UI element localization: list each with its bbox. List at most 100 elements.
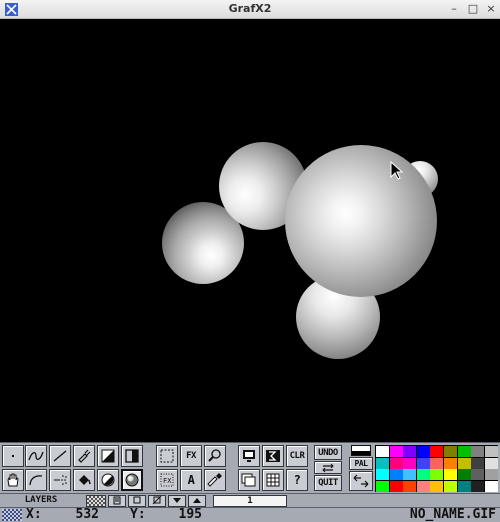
grid-settings-icon[interactable]: [262, 469, 284, 491]
filename-label: NO_NAME.GIF: [409, 507, 496, 522]
text-tool-button[interactable]: A: [180, 469, 202, 491]
palette-color-swatch[interactable]: [389, 457, 403, 469]
palette-color-swatch[interactable]: [376, 446, 389, 457]
palette-color-swatch[interactable]: [457, 469, 471, 481]
palette-color-swatch[interactable]: [376, 457, 389, 469]
add-layer-icon[interactable]: [128, 495, 146, 507]
palette-color-swatch[interactable]: [403, 457, 417, 469]
current-layer-button[interactable]: 1: [213, 495, 287, 507]
palette-color-swatch[interactable]: [376, 480, 389, 492]
delete-layer-icon[interactable]: [148, 495, 166, 507]
y-coordinate-value: 195: [178, 507, 202, 522]
hand-grab-tool-icon[interactable]: [2, 469, 24, 491]
palette-color-swatch[interactable]: [403, 480, 417, 492]
layer-transparency-icon[interactable]: [86, 495, 106, 507]
line-tool-icon[interactable]: [49, 445, 71, 467]
brush-grab-tool-icon[interactable]: [156, 445, 178, 467]
effects-button[interactable]: FX: [180, 445, 202, 467]
maximize-button[interactable]: □: [466, 2, 480, 16]
svg-text:FX: FX: [163, 477, 172, 485]
help-button[interactable]: ?: [286, 469, 308, 491]
filled-circle-tool-icon[interactable]: [97, 469, 119, 491]
palette-color-swatch[interactable]: [389, 446, 403, 457]
palette-color-swatch[interactable]: [484, 446, 498, 457]
palette-label: PAL: [354, 459, 368, 468]
magnifier-tool-icon[interactable]: [204, 445, 226, 467]
rectangle-tool-icon[interactable]: [121, 445, 143, 467]
palette-color-swatch[interactable]: [457, 457, 471, 469]
window-title: GrafX2: [228, 2, 272, 15]
filled-rectangle-tool-icon[interactable]: [97, 445, 119, 467]
y-coordinate-label: Y:: [130, 507, 146, 522]
color-picker-tool-icon[interactable]: [204, 469, 226, 491]
palette-color-swatch[interactable]: [389, 469, 403, 481]
color-palette[interactable]: [375, 445, 498, 492]
background-color-swatch: [352, 451, 370, 455]
airbrush-tool-icon[interactable]: [49, 469, 71, 491]
clear-button[interactable]: CLR: [286, 445, 308, 467]
status-pattern-icon: [2, 509, 22, 521]
fore-back-color-swatch[interactable]: [351, 445, 371, 456]
layer-down-icon[interactable]: [168, 495, 186, 507]
palette-color-swatch[interactable]: [376, 469, 389, 481]
palette-color-swatch[interactable]: [457, 446, 471, 457]
clear-label: CLR: [289, 451, 305, 461]
palette-color-swatch[interactable]: [444, 446, 457, 457]
palette-color-swatch[interactable]: [484, 469, 498, 481]
fill-bucket-tool-icon[interactable]: [73, 469, 95, 491]
toolbar: FX FX A CLR ? UNDO QUIT PAL: [0, 442, 500, 493]
drawing-canvas[interactable]: [0, 19, 500, 442]
freehand-curve-tool-icon[interactable]: [25, 445, 47, 467]
palette-color-swatch[interactable]: [430, 446, 444, 457]
help-label: ?: [293, 473, 301, 487]
palette-color-swatch[interactable]: [416, 446, 430, 457]
layer-bar: LAYERS 1: [0, 493, 500, 507]
palette-color-swatch[interactable]: [416, 480, 430, 492]
undo-label: UNDO: [318, 447, 338, 458]
canvas-artwork: [162, 142, 438, 359]
screen-settings-icon[interactable]: [238, 445, 260, 467]
palette-color-swatch[interactable]: [484, 480, 498, 492]
gradient-sphere-tool-icon[interactable]: [121, 469, 143, 491]
layer-up-icon[interactable]: [188, 495, 206, 507]
spray-tool-icon[interactable]: [73, 445, 95, 467]
palette-color-swatch[interactable]: [444, 480, 457, 492]
brush-effects-icon[interactable]: [262, 445, 284, 467]
spare-page-icon[interactable]: [238, 469, 260, 491]
palette-color-swatch[interactable]: [471, 446, 485, 457]
palette-color-swatch[interactable]: [471, 480, 485, 492]
layers-label: LAYERS: [2, 495, 80, 507]
palette-color-swatch[interactable]: [416, 457, 430, 469]
palette-color-swatch[interactable]: [471, 469, 485, 481]
palette-color-swatch[interactable]: [444, 457, 457, 469]
quit-label: QUIT: [318, 478, 338, 488]
undo-button[interactable]: UNDO: [314, 445, 342, 460]
palette-color-swatch[interactable]: [457, 480, 471, 492]
palette-color-swatch[interactable]: [430, 469, 444, 481]
text-tool-label: A: [187, 473, 195, 487]
dot-brush-tool-icon[interactable]: [2, 445, 24, 467]
redo-swap-icon[interactable]: [314, 461, 342, 474]
palette-scroll-icon[interactable]: [349, 471, 373, 491]
quit-button[interactable]: QUIT: [314, 475, 342, 491]
palette-button[interactable]: PAL: [349, 457, 373, 470]
palette-color-swatch[interactable]: [430, 480, 444, 492]
palette-color-swatch[interactable]: [444, 469, 457, 481]
curve-tool-icon[interactable]: [25, 469, 47, 491]
palette-color-swatch[interactable]: [484, 457, 498, 469]
polyform-select-tool-icon[interactable]: FX: [156, 469, 178, 491]
palette-color-swatch[interactable]: [389, 480, 403, 492]
close-button[interactable]: ×: [484, 2, 498, 16]
palette-color-swatch[interactable]: [471, 457, 485, 469]
x-coordinate-label: X:: [26, 507, 42, 522]
x-coordinate-value: 532: [75, 507, 99, 522]
palette-color-swatch[interactable]: [416, 469, 430, 481]
status-bar: X: 532 Y: 195 NO_NAME.GIF: [0, 507, 500, 522]
sphere-large: [285, 145, 437, 297]
minimize-button[interactable]: –: [447, 2, 461, 16]
layer-properties-icon[interactable]: [108, 495, 126, 507]
title-bar: GrafX2 – □ ×: [0, 0, 500, 19]
palette-color-swatch[interactable]: [430, 457, 444, 469]
palette-color-swatch[interactable]: [403, 446, 417, 457]
palette-color-swatch[interactable]: [403, 469, 417, 481]
